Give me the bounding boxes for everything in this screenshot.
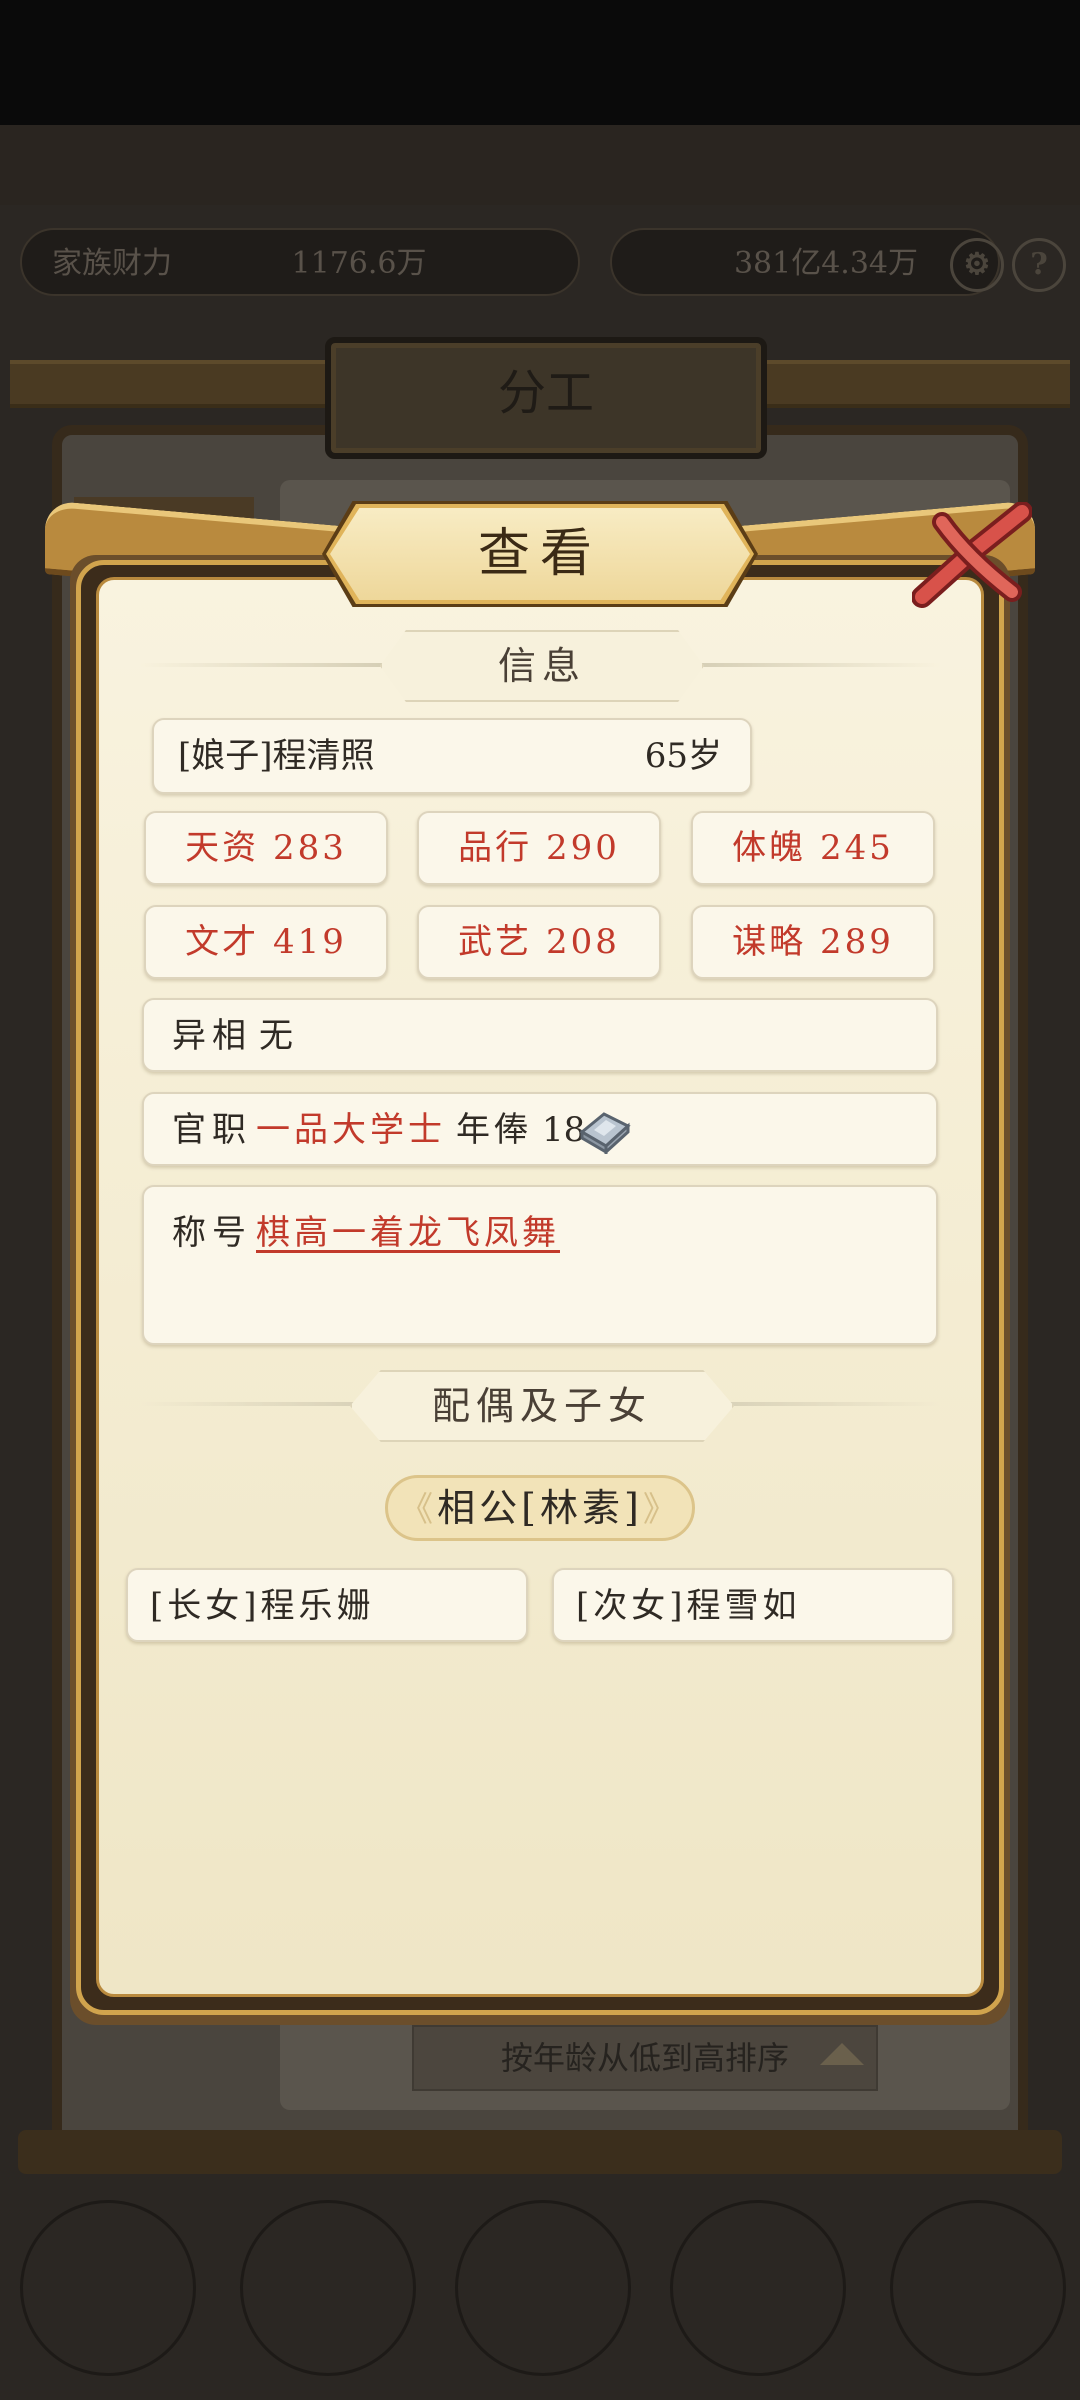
stat-martial: 武艺 208	[417, 905, 661, 979]
background-panel-title: 分工	[325, 337, 767, 459]
office-value: 一品大学士	[256, 1110, 446, 1150]
info-section-header: 信息	[380, 630, 704, 702]
stat-literary: 文才 419	[144, 905, 388, 979]
honor-title-label: 称号	[172, 1213, 252, 1253]
office-box: 官职 一品大学士 年俸 18	[142, 1092, 938, 1166]
appearance-label: 异相	[172, 1016, 252, 1056]
background-resource-silver: 381亿4.34万	[610, 228, 1000, 296]
person-name: [娘子]程清照	[178, 736, 375, 776]
background-nav-circle	[20, 2200, 196, 2376]
silver-ingot-icon	[578, 1106, 632, 1163]
background-sort-button: 按年龄从低到高排序	[412, 2025, 878, 2091]
spouse-name: 相公[林素]	[437, 1486, 643, 1530]
person-age: 65岁	[644, 736, 722, 776]
office-label: 官职	[172, 1110, 252, 1150]
honor-title-box: 称号 棋高一着龙飞凤舞	[142, 1185, 938, 1345]
background-header-band	[0, 125, 1080, 205]
spouse-button[interactable]: 《相公[林素]》	[385, 1475, 695, 1541]
background-nav-circle	[240, 2200, 416, 2376]
background-help-icon: ?	[1012, 238, 1066, 292]
chevron-right-icon: 》	[642, 1490, 681, 1530]
background-nav-circle	[670, 2200, 846, 2376]
family-section-header: 配偶及子女	[350, 1370, 734, 1442]
background-resource-wealth: 家族财力 1176.6万	[20, 228, 580, 296]
honor-title-value[interactable]: 棋高一着龙飞凤舞	[256, 1205, 560, 1254]
dialog-title: 查看	[477, 524, 602, 584]
stat-conduct: 品行 290	[417, 811, 661, 885]
child-name: [长女]程乐姗	[150, 1586, 375, 1626]
child-item[interactable]: [次女]程雪如	[552, 1568, 954, 1642]
background-sort-arrow-icon	[820, 2043, 864, 2065]
background-nav-circle	[890, 2200, 1066, 2376]
child-name: [次女]程雪如	[576, 1586, 801, 1626]
child-item[interactable]: [长女]程乐姗	[126, 1568, 528, 1642]
person-name-box: [娘子]程清照 65岁	[152, 718, 752, 794]
close-button[interactable]	[911, 501, 1033, 612]
appearance-value: 无	[259, 1016, 293, 1056]
stat-strategy: 谋略 289	[691, 905, 935, 979]
appearance-box: 异相 无	[142, 998, 938, 1072]
background-frame-bottom	[18, 2130, 1062, 2174]
stat-aptitude: 天资 283	[144, 811, 388, 885]
close-x-icon	[911, 501, 1033, 608]
background-settings-icon: ⚙	[950, 238, 1004, 292]
stat-physique: 体魄 245	[691, 811, 935, 885]
salary-label: 年俸	[456, 1110, 532, 1150]
chevron-left-icon: 《	[399, 1490, 438, 1530]
background-nav-circle	[455, 2200, 631, 2376]
